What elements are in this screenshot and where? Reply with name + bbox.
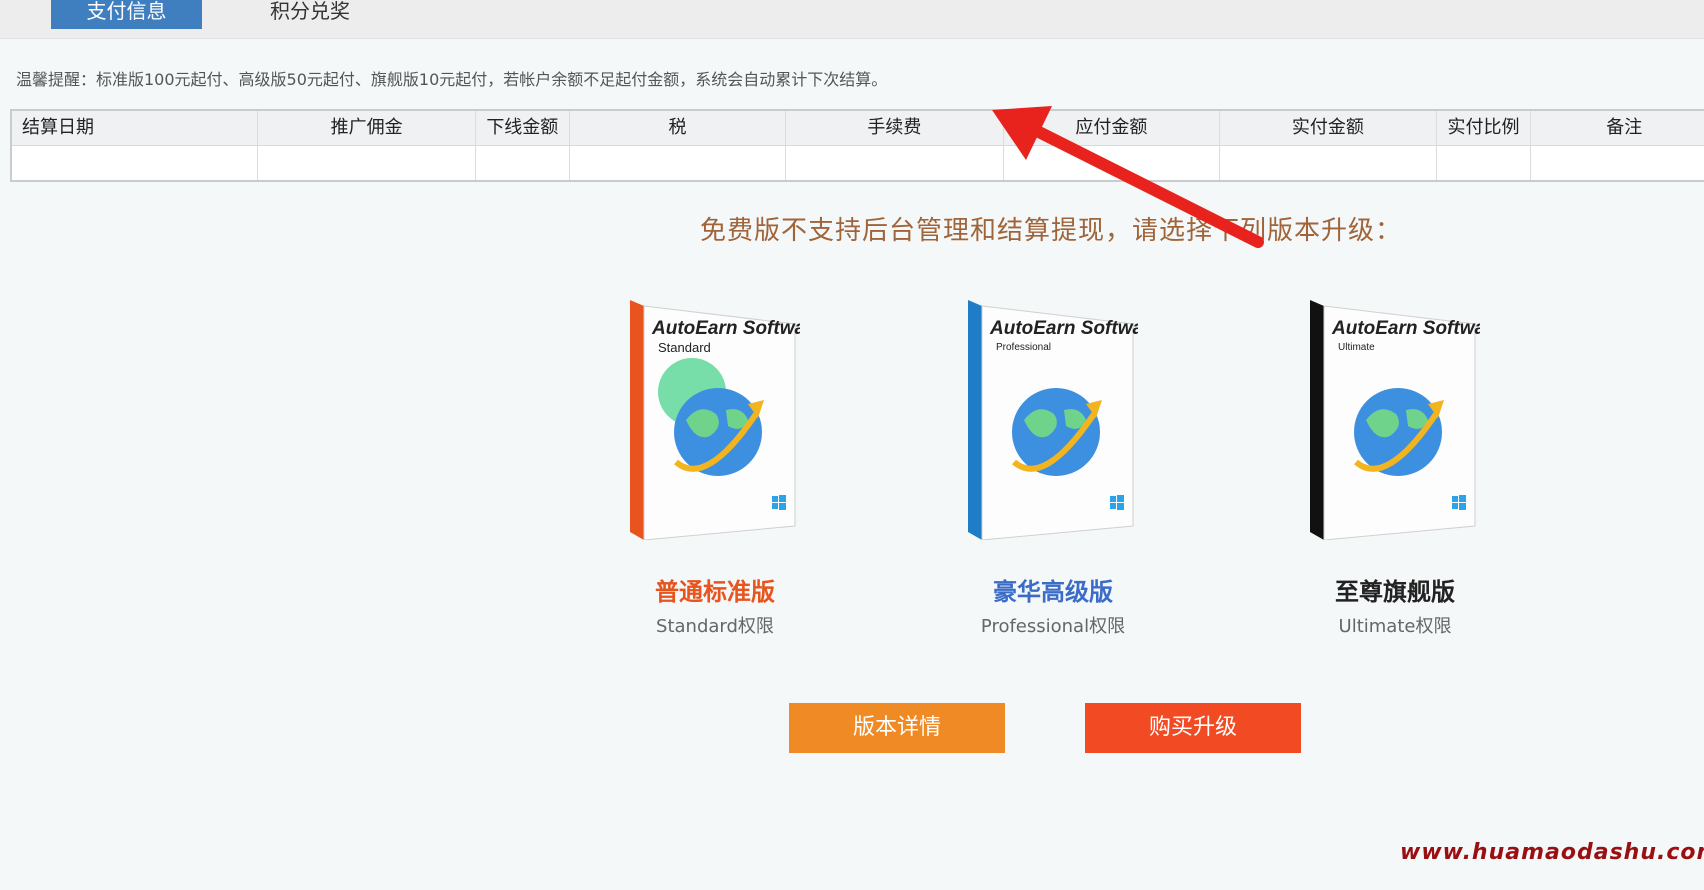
version-details-button[interactable]: 版本详情 xyxy=(789,703,1005,753)
table-cell xyxy=(1437,146,1532,180)
product-subtitle-professional: Professional权限 xyxy=(980,616,1126,637)
product-professional[interactable]: AutoEarn Software Professional 豪华高级版 Pro… xyxy=(933,300,1173,637)
product-standard[interactable]: AutoEarn Software Standard 普通标准版 Standar… xyxy=(595,300,835,637)
product-name-standard: 普通标准版 xyxy=(655,578,775,606)
product-subtitle-ultimate: Ultimate权限 xyxy=(1338,616,1452,637)
product-box-ultimate[interactable]: AutoEarn Software Ultimate xyxy=(1310,300,1503,541)
table-cell xyxy=(570,146,787,180)
buy-upgrade-button[interactable]: 购买升级 xyxy=(1085,703,1301,753)
software-box-icon: AutoEarn Software Ultimate xyxy=(1310,300,1503,541)
product-box-standard[interactable]: AutoEarn Software Standard xyxy=(630,300,823,541)
column-header-paid[interactable]: 实付金额 xyxy=(1220,111,1437,145)
box-edition: Standard xyxy=(658,340,711,355)
product-name-ultimate: 至尊旗舰版 xyxy=(1335,578,1455,606)
software-box-icon: AutoEarn Software Standard xyxy=(630,300,823,541)
upgrade-headline: 免费版不支持后台管理和结算提现，请选择下列版本升级： xyxy=(700,216,1403,246)
column-header-downline-amount[interactable]: 下线金额 xyxy=(476,111,570,145)
box-edition: Ultimate xyxy=(1338,342,1375,353)
box-spine xyxy=(968,300,982,540)
table-header-row: 结算日期 推广佣金 下线金额 税 手续费 应付金额 实付金额 实付比例 备注 xyxy=(12,111,1704,146)
box-spine xyxy=(1310,300,1324,540)
table-cell xyxy=(476,146,570,180)
software-box-icon: AutoEarn Software Professional xyxy=(968,300,1161,541)
column-header-fee[interactable]: 手续费 xyxy=(786,111,1004,145)
column-header-remark[interactable]: 备注 xyxy=(1531,111,1704,145)
watermark: www.huamaodashu.com xyxy=(1400,840,1704,865)
table-cell xyxy=(12,146,259,180)
table-cell xyxy=(1531,146,1704,180)
table-cell xyxy=(1004,146,1221,180)
table-cell xyxy=(258,146,476,180)
table-row xyxy=(12,146,1704,180)
box-brand: AutoEarn Software xyxy=(989,318,1138,339)
notice-text: 温馨提醒：标准版100元起付、高级版50元起付、旗舰版10元起付，若帐户余额不足… xyxy=(16,70,888,89)
tab-points-redeem[interactable]: 积分兑奖 xyxy=(245,0,375,29)
tab-payment-info[interactable]: 支付信息 xyxy=(51,0,202,29)
column-header-payable[interactable]: 应付金额 xyxy=(1004,111,1221,145)
product-ultimate[interactable]: AutoEarn Software Ultimate 至尊旗舰版 Ultimat… xyxy=(1275,300,1515,637)
column-header-settle-date[interactable]: 结算日期 xyxy=(12,111,259,145)
product-box-professional[interactable]: AutoEarn Software Professional xyxy=(968,300,1161,541)
box-edition: Professional xyxy=(996,342,1051,353)
box-spine xyxy=(630,300,644,540)
column-header-tax[interactable]: 税 xyxy=(570,111,787,145)
top-tab-bar: 支付信息 积分兑奖 xyxy=(0,0,1704,39)
table-cell xyxy=(1220,146,1437,180)
product-subtitle-standard: Standard权限 xyxy=(656,616,774,637)
column-header-paid-ratio[interactable]: 实付比例 xyxy=(1437,111,1532,145)
box-brand: AutoEarn Software xyxy=(1331,318,1480,339)
table-cell xyxy=(786,146,1004,180)
product-name-professional: 豪华高级版 xyxy=(993,578,1113,606)
column-header-commission[interactable]: 推广佣金 xyxy=(258,111,476,145)
box-brand: AutoEarn Software xyxy=(651,318,800,339)
settlement-table: 结算日期 推广佣金 下线金额 税 手续费 应付金额 实付金额 实付比例 备注 xyxy=(10,109,1704,182)
